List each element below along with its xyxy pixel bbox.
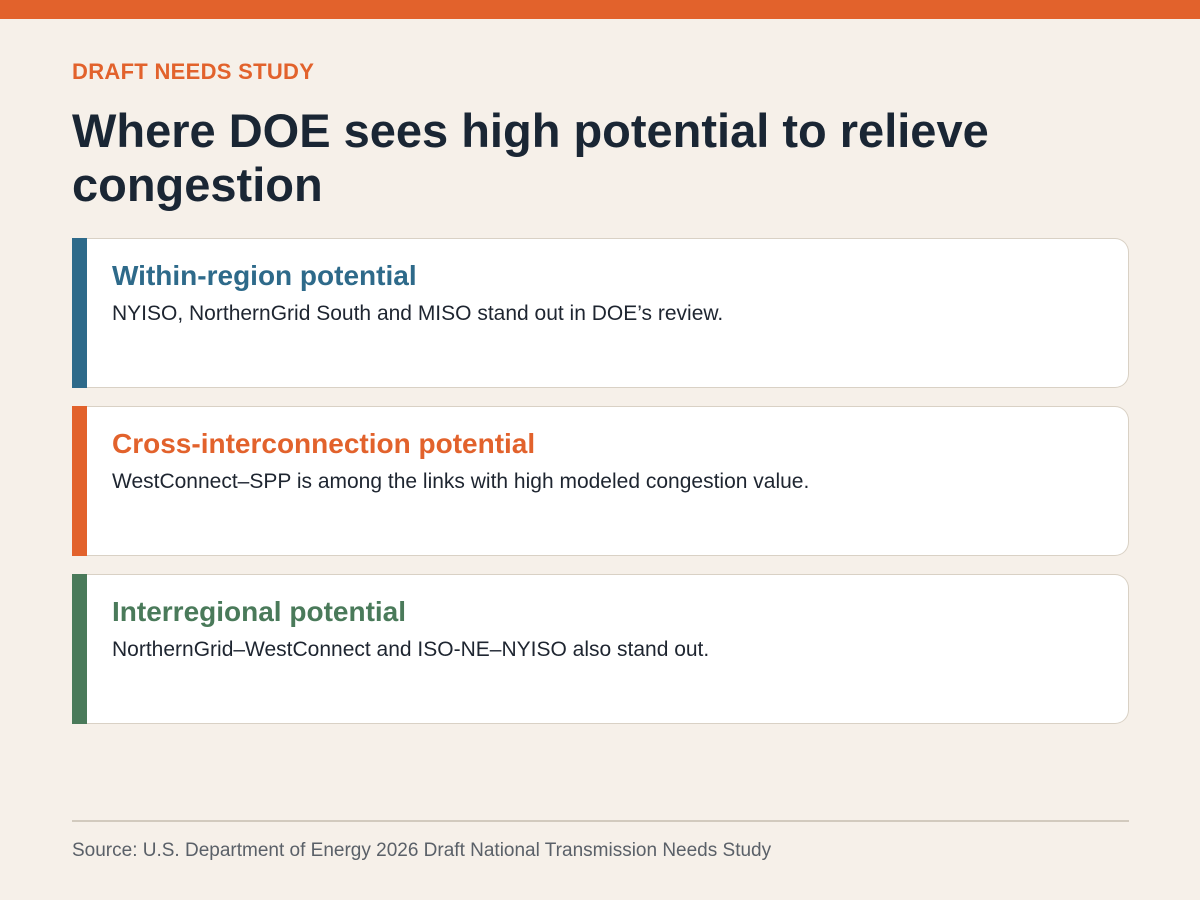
card-accent-bar	[72, 406, 87, 556]
card-body: NorthernGrid–WestConnect and ISO-NE–NYIS…	[112, 638, 710, 661]
footer-divider	[72, 820, 1129, 822]
card-cross-interconnection: Cross-interconnection potential WestConn…	[72, 406, 1129, 556]
card-within-region: Within-region potential NYISO, NorthernG…	[72, 238, 1129, 388]
card-heading: Within-region potential	[112, 260, 417, 291]
eyebrow-label: DRAFT NEEDS STUDY	[72, 59, 315, 84]
source-note: Source: U.S. Department of Energy 2026 D…	[72, 840, 772, 861]
card-accent-bar	[72, 574, 87, 724]
card-accent-bar	[72, 238, 87, 388]
card-body: WestConnect–SPP is among the links with …	[112, 470, 810, 493]
card-interregional: Interregional potential NorthernGrid–Wes…	[72, 574, 1129, 724]
card-body: NYISO, NorthernGrid South and MISO stand…	[112, 302, 724, 325]
card-heading: Interregional potential	[112, 596, 407, 627]
page-title: Where DOE sees high potential to relieve…	[72, 104, 989, 211]
top-accent-bar	[0, 0, 1200, 19]
card-heading: Cross-interconnection potential	[112, 428, 536, 459]
